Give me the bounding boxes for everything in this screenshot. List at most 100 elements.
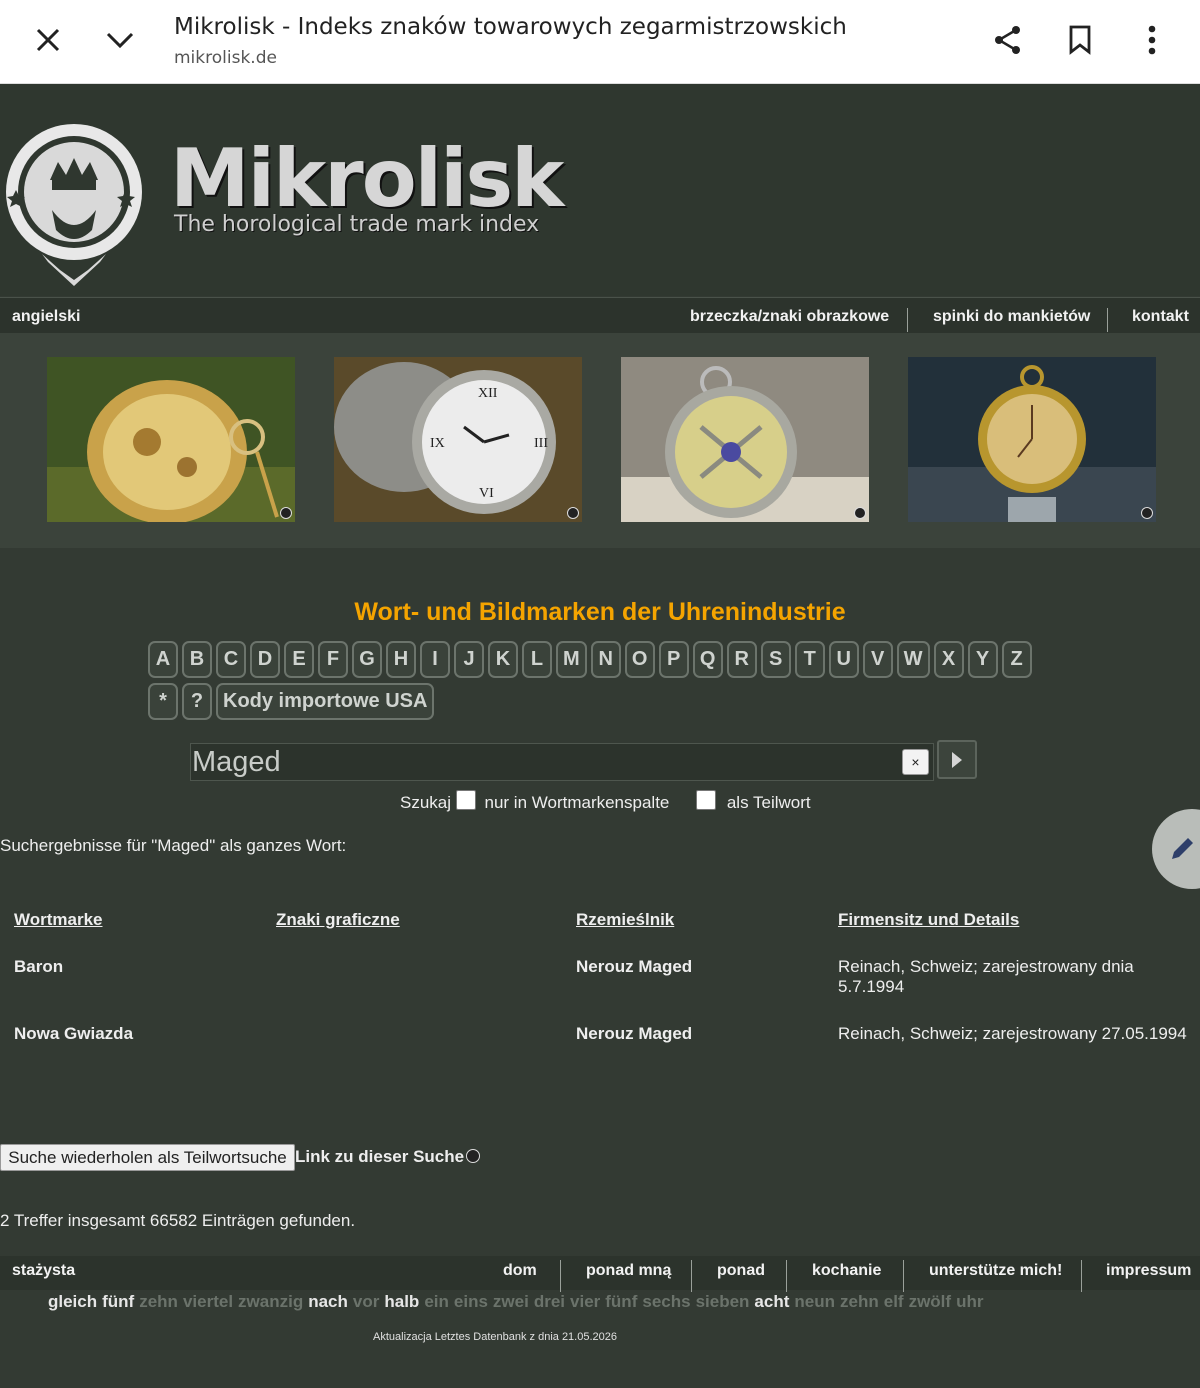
clock-word: vier — [570, 1292, 601, 1311]
clock-word: sechs — [642, 1292, 691, 1311]
svg-text:III: III — [534, 436, 548, 451]
letter-button-o[interactable]: O — [624, 641, 655, 678]
external-link-icon — [1141, 507, 1153, 519]
mikrolisk-seal-logo[interactable] — [2, 120, 148, 286]
svg-text:IX: IX — [430, 436, 445, 451]
extra-buttons-row: *? Kody importowe USA — [148, 683, 1058, 725]
footer-link-about-me[interactable]: ponad mną — [586, 1262, 671, 1280]
letter-button-v[interactable]: V — [862, 641, 893, 678]
cell-rzemieslnik: Nerouz Maged — [576, 957, 693, 976]
letter-button-n[interactable]: N — [590, 641, 621, 678]
question-button[interactable]: ? — [182, 683, 212, 720]
site-header: Mikrolisk The horological trade mark ind… — [0, 84, 1200, 296]
share-icon[interactable] — [988, 20, 1028, 60]
clock-word: uhr — [956, 1292, 984, 1311]
letter-button-e[interactable]: E — [284, 641, 314, 678]
cell-wortmarke: Baron — [14, 957, 64, 976]
footer-link-dom[interactable]: dom — [503, 1262, 537, 1280]
column-header-firmensitz[interactable]: Firmensitz und Details — [838, 910, 1019, 930]
pocket-watch-photo-3[interactable] — [621, 357, 869, 522]
pocket-watch-photo-1[interactable] — [47, 357, 295, 522]
footer-divider — [691, 1260, 692, 1292]
alphabet-index: ABCDEFGHIJKLMNOPQRSTUVWXYZ *? Kody import… — [148, 641, 1058, 725]
column-header-rzemieslnik[interactable]: Rzemieślnik — [576, 910, 674, 930]
letter-button-d[interactable]: D — [250, 641, 280, 678]
letter-button-a[interactable]: A — [148, 641, 178, 678]
repeat-partial-search-button[interactable]: Suche wiederholen als Teilwortsuche — [0, 1144, 295, 1171]
clock-word: elf — [883, 1292, 904, 1311]
nav-divider — [907, 308, 908, 332]
letter-button-m[interactable]: M — [556, 641, 587, 678]
nav-item-kontakt[interactable]: kontakt — [1132, 308, 1189, 326]
nav-item-spinki[interactable]: spinki do mankietów — [933, 308, 1090, 326]
clock-word: sieben — [695, 1292, 750, 1311]
column-header-wortmarke[interactable]: Wortmarke — [14, 910, 103, 930]
more-icon[interactable] — [1132, 20, 1172, 60]
wortmarken-only-checkbox[interactable] — [455, 790, 476, 810]
clear-search-button[interactable]: × — [902, 749, 929, 775]
edit-fab-button[interactable] — [1152, 809, 1200, 889]
cell-details: Reinach, Schweiz; zarejestrowany 27.05.1… — [838, 1024, 1187, 1043]
letter-button-k[interactable]: K — [488, 641, 518, 678]
pocket-watch-photo-4[interactable] — [908, 357, 1156, 522]
letter-button-y[interactable]: Y — [967, 641, 998, 678]
footer-link-intern[interactable]: stażysta — [12, 1262, 75, 1280]
clock-word: vor — [352, 1292, 380, 1311]
letter-button-r[interactable]: R — [726, 641, 757, 678]
letter-button-l[interactable]: L — [522, 641, 552, 678]
column-header-znaki[interactable]: Znaki graficzne — [276, 910, 400, 930]
footer-nav: stażysta dom ponad mną ponad kochanie un… — [0, 1256, 1200, 1292]
word-clock: gleich fünf zehn viertel zwanzig nach vor halb e… — [48, 1292, 988, 1312]
link-to-this-search[interactable]: Link zu dieser Suche — [295, 1147, 464, 1167]
results-summary: 2 Treffer insgesamt 66582 Einträgen gefu… — [0, 1211, 356, 1230]
letter-button-z[interactable]: Z — [1001, 641, 1032, 678]
footer-divider — [903, 1260, 904, 1292]
nav-item-brzeczka[interactable]: brzeczka/znaki obrazkowe — [690, 308, 889, 326]
close-icon[interactable] — [28, 20, 68, 60]
database-update-note: Aktualizacja Letztes Datenbank z dnia 21… — [373, 1331, 617, 1343]
us-import-codes-button[interactable]: Kody importowe USA — [216, 683, 435, 720]
letter-button-f[interactable]: F — [318, 641, 348, 678]
letter-button-p[interactable]: P — [658, 641, 689, 678]
letter-button-i[interactable]: I — [420, 641, 450, 678]
letter-button-t[interactable]: T — [794, 641, 825, 678]
letter-button-w[interactable]: W — [896, 641, 930, 678]
letter-button-g[interactable]: G — [352, 641, 382, 678]
page-url[interactable]: mikrolisk.de — [174, 48, 277, 68]
footer-link-about[interactable]: ponad — [717, 1262, 765, 1280]
letter-button-s[interactable]: S — [760, 641, 791, 678]
letter-button-b[interactable]: B — [182, 641, 212, 678]
pocket-watch-photo-2[interactable]: XII III VI IX — [334, 357, 582, 522]
search-input[interactable] — [192, 745, 892, 779]
section-headline: Wort- und Bildmarken der Uhrenindustrie — [354, 598, 846, 626]
footer-divider — [1081, 1260, 1082, 1292]
letter-button-q[interactable]: Q — [692, 641, 723, 678]
external-link-icon — [854, 507, 866, 519]
chevron-down-icon[interactable] — [100, 20, 140, 60]
letter-button-j[interactable]: J — [454, 641, 484, 678]
clock-word: acht — [754, 1292, 790, 1311]
page-title: Mikrolisk - Indeks znaków towarowych zeg… — [174, 14, 847, 40]
footer-link-kochanie[interactable]: kochanie — [812, 1262, 881, 1280]
play-arrow-icon — [952, 751, 962, 768]
letter-button-u[interactable]: U — [828, 641, 859, 678]
clock-word: zwölf — [908, 1292, 952, 1311]
clock-word: halb — [384, 1292, 420, 1311]
wildcard-button[interactable]: * — [148, 683, 178, 720]
search-submit-button[interactable] — [937, 740, 977, 779]
external-link-icon — [567, 507, 579, 519]
teilwort-label: als Teilwort — [726, 793, 811, 812]
clock-word: zehn — [139, 1292, 178, 1311]
letter-button-c[interactable]: C — [216, 641, 246, 678]
teilwort-checkbox[interactable] — [696, 790, 717, 810]
options-prefix: Szukaj — [400, 793, 452, 812]
footer-link-impressum[interactable]: impressum — [1106, 1262, 1191, 1280]
footer-link-support[interactable]: unterstütze mich! — [929, 1262, 1062, 1280]
clock-word: zehn — [840, 1292, 879, 1311]
letter-button-h[interactable]: H — [386, 641, 416, 678]
external-link-icon[interactable] — [466, 1149, 480, 1163]
nav-language-link[interactable]: angielski — [12, 308, 80, 326]
letter-button-x[interactable]: X — [933, 641, 964, 678]
search-field-wrapper: × — [190, 743, 934, 781]
bookmark-icon[interactable] — [1060, 20, 1100, 60]
